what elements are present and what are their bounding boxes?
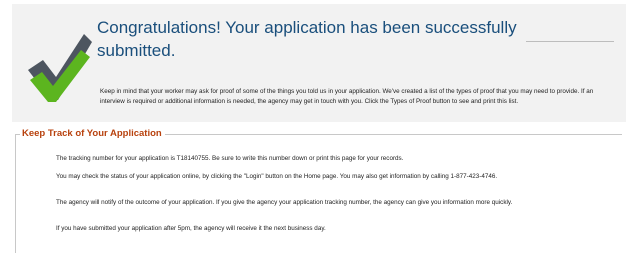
after-5pm-text: If you have submitted your application a… (56, 225, 326, 232)
proof-notice-text: Keep in mind that your worker may ask fo… (100, 88, 594, 105)
divider-line (526, 41, 614, 42)
success-headline: Congratulations! Your application has be… (97, 18, 517, 60)
track-application-frame (15, 134, 622, 253)
agency-notify-text: The agency will notify of the outcome of… (56, 199, 513, 206)
check-status-text: You may check the status of your applica… (56, 173, 498, 180)
tracking-number-text: The tracking number for your application… (56, 155, 404, 162)
section-title-keep-track: Keep Track of Your Application (20, 127, 165, 140)
checkmark-icon (28, 34, 92, 102)
